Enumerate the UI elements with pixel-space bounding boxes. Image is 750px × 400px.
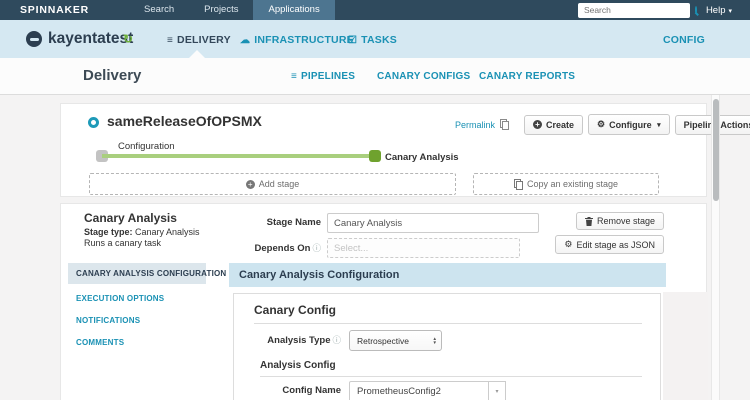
pipeline-status-icon	[88, 117, 99, 128]
edit-stage-json-button[interactable]: ⚙ Edit stage as JSON	[555, 235, 664, 254]
combobox-toggle-button[interactable]: ▾	[489, 381, 506, 400]
copy-existing-stage-button[interactable]: Copy an existing stage	[473, 173, 659, 195]
tab-canary-configs[interactable]: CANARY CONFIGS	[377, 71, 470, 82]
divider	[260, 376, 642, 377]
stage-description: Runs a canary task	[84, 238, 162, 248]
sidebar-item-comments[interactable]: COMMENTS	[68, 332, 206, 353]
pipeline-card: sameReleaseOfOPSMX Permalink + Create ⚙ Co…	[60, 103, 750, 197]
nav-item-applications[interactable]: Applications	[253, 0, 335, 20]
canary-config-title: Canary Config	[254, 303, 337, 317]
create-button[interactable]: + Create	[524, 114, 584, 135]
stage-connector-line	[102, 154, 374, 158]
info-icon[interactable]: ⓘ	[332, 335, 341, 345]
divider	[254, 323, 642, 324]
plus-circle-icon: +	[533, 120, 543, 129]
chevron-down-icon: ▾	[657, 121, 661, 129]
stage-type-line: Stage type: Canary Analysis	[84, 227, 200, 237]
stage-name-input[interactable]	[327, 213, 539, 233]
tab-tasks[interactable]: ☑ TASKS	[348, 34, 397, 46]
canary-analysis-stage-node[interactable]	[369, 150, 381, 162]
gear-icon: ⚙	[564, 239, 573, 249]
global-search-box[interactable]	[577, 2, 697, 18]
tab-canary-reports[interactable]: CANARY REPORTS	[479, 71, 575, 82]
spinnaker-brand[interactable]: SPINNAKER	[20, 4, 89, 16]
sidebar-item-canary-analysis-configuration[interactable]: CANARY ANALYSIS CONFIGURATION	[68, 263, 226, 284]
depends-on-label: Depends On ⓘ	[254, 243, 321, 254]
list-icon: ≡	[167, 35, 174, 46]
cloud-icon: ☁	[240, 35, 251, 46]
top-nav-items: Search Projects Applications	[129, 0, 335, 20]
select-arrows-icon: ▲ ▼	[432, 335, 437, 345]
top-nav-bar: SPINNAKER Search Projects Applications H…	[0, 0, 750, 20]
list-icon: ≡	[291, 71, 298, 82]
tab-infrastructure[interactable]: ☁ INFRASTRUCTURE	[240, 34, 354, 46]
graph-config-label: Configuration	[118, 141, 175, 152]
pipeline-actions-row: Permalink + Create ⚙ Configure ▾ Pipeline …	[455, 114, 750, 135]
copy-icon	[513, 178, 523, 190]
search-icon[interactable]	[694, 6, 697, 14]
pipeline-name: sameReleaseOfOPSMX	[107, 113, 262, 129]
nav-item-search[interactable]: Search	[129, 0, 189, 20]
config-section-heading: Canary Analysis Configuration	[229, 263, 666, 287]
application-header: kayentatest ↻ ≡ DELIVERY ☁ INFRASTRUCTURE …	[0, 20, 750, 58]
nav-item-projects[interactable]: Projects	[189, 0, 253, 20]
active-tab-notch	[189, 50, 205, 58]
permalink-link[interactable]: Permalink	[455, 120, 495, 130]
panel-backdrop	[663, 292, 708, 400]
graph-canary-label: Canary Analysis	[385, 152, 459, 163]
application-icon	[26, 31, 42, 47]
scrollbar-thumb[interactable]	[713, 99, 719, 201]
analysis-config-subheading: Analysis Config	[260, 360, 336, 371]
global-search-input[interactable]	[577, 5, 695, 15]
sidebar-item-notifications[interactable]: NOTIFICATIONS	[68, 310, 206, 331]
stage-editor-region: Canary Analysis Stage type: Canary Analy…	[60, 203, 708, 400]
copy-permalink-icon[interactable]	[500, 119, 510, 130]
help-label: Help	[705, 4, 726, 16]
add-stage-button[interactable]: + Add stage	[89, 173, 456, 195]
analysis-type-select[interactable]: Retrospective ▲ ▼	[349, 330, 442, 351]
config-name-label: Config Name	[282, 385, 341, 396]
analysis-type-label: Analysis Type ⓘ	[267, 335, 341, 346]
stage-title: Canary Analysis	[84, 211, 177, 225]
stage-name-label: Stage Name	[266, 217, 321, 228]
refresh-icon[interactable]: ↻	[123, 32, 133, 46]
config-name-combobox: ▾	[349, 381, 506, 400]
page-title: Delivery	[83, 67, 142, 84]
remove-stage-button[interactable]: Remove stage	[575, 212, 664, 230]
gear-icon: ⚙	[597, 119, 606, 129]
help-menu[interactable]: Help ▾	[706, 5, 732, 16]
section-bar: Delivery ≡ PIPELINES CANARY CONFIGS CANAR…	[0, 58, 750, 95]
plus-circle-icon: +	[245, 179, 255, 189]
checkbox-icon: ☑	[348, 35, 358, 46]
canary-config-panel: Canary Config Analysis Type ⓘ Retrospecti…	[233, 293, 661, 400]
chevron-down-icon: ▾	[728, 7, 732, 15]
depends-on-select[interactable]: Select...	[327, 238, 520, 258]
sidebar-item-execution-options[interactable]: EXECUTION OPTIONS	[68, 288, 206, 309]
info-icon[interactable]: ⓘ	[312, 243, 321, 253]
tab-config[interactable]: CONFIG	[663, 34, 705, 46]
trash-icon	[584, 216, 593, 226]
tab-delivery[interactable]: ≡ DELIVERY	[167, 34, 231, 46]
tab-pipelines[interactable]: ≡ PIPELINES	[291, 71, 355, 82]
config-name-input[interactable]	[349, 381, 489, 400]
configure-button[interactable]: ⚙ Configure ▾	[588, 114, 670, 135]
application-name: kayentatest	[48, 30, 134, 47]
